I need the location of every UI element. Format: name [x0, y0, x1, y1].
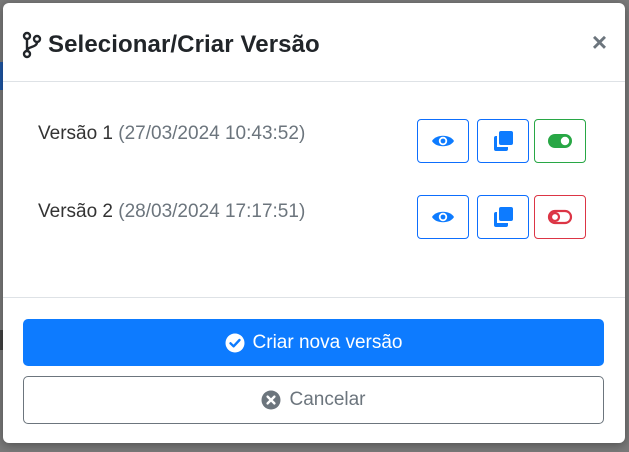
copy-version-button[interactable]: [477, 119, 529, 163]
copy-icon: [494, 131, 513, 151]
modal-title: Selecionar/Criar Versão: [48, 31, 320, 58]
version-name: Versão 1: [38, 123, 113, 144]
toggle-off-icon: [547, 209, 573, 225]
toggle-version-button[interactable]: [534, 119, 586, 163]
version-row-label: Versão 2 (28/03/2024 17:17:51): [38, 201, 305, 223]
create-version-label: Criar nova versão: [252, 331, 403, 353]
copy-icon: [494, 207, 513, 227]
cancel-label: Cancelar: [289, 389, 366, 410]
view-version-button[interactable]: [417, 195, 469, 239]
version-name: Versão 2: [38, 201, 113, 222]
cancel-button[interactable]: Cancelar: [23, 376, 604, 424]
view-version-button[interactable]: [417, 119, 469, 163]
version-modal: Selecionar/Criar Versão × Versão 1 (27/0…: [3, 3, 625, 443]
version-date: (27/03/2024 10:43:52): [118, 123, 306, 144]
eye-icon: [432, 211, 454, 223]
modal-footer: Criar nova versão Cancelar: [3, 297, 625, 443]
close-button[interactable]: ×: [592, 29, 607, 55]
version-row-label: Versão 1 (27/03/2024 10:43:52): [38, 123, 305, 145]
toggle-on-icon: [548, 134, 572, 148]
version-date: (28/03/2024 17:17:51): [118, 201, 306, 222]
create-version-button[interactable]: Criar nova versão: [23, 319, 604, 366]
check-circle-icon: [225, 333, 245, 352]
toggle-version-button[interactable]: [534, 195, 586, 239]
copy-version-button[interactable]: [477, 195, 529, 239]
modal-header: Selecionar/Criar Versão ×: [3, 3, 625, 82]
eye-icon: [432, 135, 454, 147]
x-circle-icon: [261, 390, 281, 410]
code-branch-icon: [22, 31, 42, 59]
